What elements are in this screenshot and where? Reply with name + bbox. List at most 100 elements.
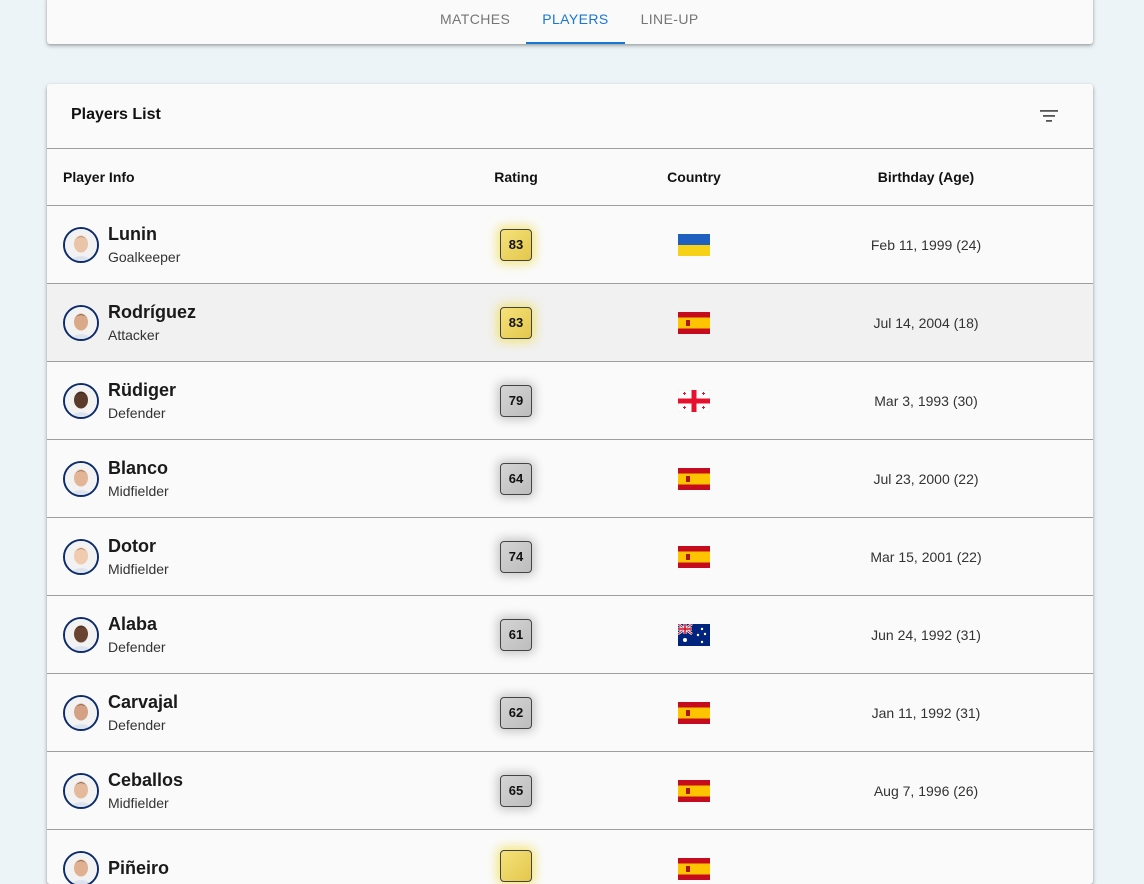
player-info: RüdigerDefender bbox=[47, 379, 403, 423]
country-cell bbox=[629, 596, 759, 674]
player-name[interactable]: Rüdiger bbox=[108, 379, 176, 401]
player-info: CarvajalDefender bbox=[47, 691, 403, 735]
player-name[interactable]: Ceballos bbox=[108, 769, 183, 791]
player-position: Defender bbox=[108, 715, 178, 735]
player-position: Midfielder bbox=[108, 481, 169, 501]
filter-button[interactable] bbox=[1033, 100, 1065, 132]
player-info-cell: BlancoMidfielder bbox=[47, 440, 403, 518]
player-name[interactable]: Alaba bbox=[108, 613, 166, 635]
player-position: Defender bbox=[108, 403, 176, 423]
spain-flag bbox=[678, 314, 710, 331]
rating-cell: 83 bbox=[403, 206, 629, 284]
birthday-cell: Jun 24, 1992 (31) bbox=[759, 596, 1093, 674]
country-cell bbox=[629, 440, 759, 518]
table-row[interactable]: BlancoMidfielder 64 Jul 23, 2000 (22) bbox=[47, 440, 1093, 518]
rating-badge: 79 bbox=[500, 385, 532, 417]
rating-badge: 83 bbox=[500, 229, 532, 261]
player-avatar bbox=[63, 461, 99, 497]
player-name[interactable]: Lunin bbox=[108, 223, 180, 245]
column-player-info[interactable]: Player Info bbox=[47, 149, 403, 206]
tabs-bar: MATCHES PLAYERS LINE-UP bbox=[47, 0, 1093, 44]
filter-icon bbox=[1033, 100, 1065, 132]
table-row[interactable]: RodríguezAttacker83Jul 14, 2004 (18) bbox=[47, 284, 1093, 362]
rating-badge: 65 bbox=[500, 775, 532, 807]
player-name[interactable]: Dotor bbox=[108, 535, 169, 557]
country-cell bbox=[629, 206, 759, 284]
player-info: RodríguezAttacker bbox=[47, 301, 403, 345]
country-cell bbox=[629, 830, 759, 884]
birthday-cell: Jan 11, 1992 (31) bbox=[759, 674, 1093, 752]
country-cell bbox=[629, 752, 759, 830]
spain-flag bbox=[678, 782, 710, 799]
player-position: Midfielder bbox=[108, 793, 183, 813]
rating-badge bbox=[500, 850, 532, 882]
country-cell bbox=[629, 518, 759, 596]
spain-flag bbox=[678, 548, 710, 565]
table-row[interactable]: DotorMidfielder 74 Mar 15, 2001 (22) bbox=[47, 518, 1093, 596]
player-position: Midfielder bbox=[108, 559, 169, 579]
player-info: CeballosMidfielder bbox=[47, 769, 403, 813]
players-list-card: Players List Player Info Rating Country … bbox=[47, 84, 1093, 884]
rating-badge: 61 bbox=[500, 619, 532, 651]
birthday-cell: Jul 23, 2000 (22) bbox=[759, 440, 1093, 518]
spain-flag bbox=[678, 860, 710, 877]
player-info-cell: AlabaDefender bbox=[47, 596, 403, 674]
player-name[interactable]: Rodríguez bbox=[108, 301, 196, 323]
rating-badge: 62 bbox=[500, 697, 532, 729]
rating-cell: 64 bbox=[403, 440, 629, 518]
rating-badge: 74 bbox=[500, 541, 532, 573]
table-row[interactable]: RüdigerDefender 79 Mar 3, 1993 (30) bbox=[47, 362, 1093, 440]
column-country[interactable]: Country bbox=[629, 149, 759, 206]
country-cell bbox=[629, 284, 759, 362]
table-row[interactable]: CarvajalDefender 62 Jan 11, 1992 (31) bbox=[47, 674, 1093, 752]
player-info: Piñeiro bbox=[47, 851, 403, 884]
player-avatar bbox=[63, 305, 99, 341]
list-title: Players List bbox=[71, 106, 161, 124]
rating-cell: 83 bbox=[403, 284, 629, 362]
player-position: Attacker bbox=[108, 325, 196, 345]
player-info: LuninGoalkeeper bbox=[47, 223, 403, 267]
rating-cell: 74 bbox=[403, 518, 629, 596]
rating-badge: 64 bbox=[500, 463, 532, 495]
birthday-cell: Feb 11, 1999 (24) bbox=[759, 206, 1093, 284]
column-birthday[interactable]: Birthday (Age) bbox=[759, 149, 1093, 206]
tab-players[interactable]: PLAYERS bbox=[526, 0, 624, 44]
player-info-cell: Piñeiro bbox=[47, 830, 403, 884]
table-row[interactable]: LuninGoalkeeper 83 Feb 11, 1999 (24) bbox=[47, 206, 1093, 284]
tab-matches[interactable]: MATCHES bbox=[424, 0, 526, 44]
rating-cell bbox=[403, 830, 629, 884]
player-name[interactable]: Carvajal bbox=[108, 691, 178, 713]
birthday-cell: Mar 3, 1993 (30) bbox=[759, 362, 1093, 440]
rating-cell: 65 bbox=[403, 752, 629, 830]
table-row[interactable]: AlabaDefender 61 Jun 24, 1992 (31) bbox=[47, 596, 1093, 674]
ukraine-flag bbox=[678, 236, 710, 253]
player-info: DotorMidfielder bbox=[47, 535, 403, 579]
player-avatar bbox=[63, 773, 99, 809]
player-avatar bbox=[63, 383, 99, 419]
player-info-cell: DotorMidfielder bbox=[47, 518, 403, 596]
tab-line-up[interactable]: LINE-UP bbox=[625, 0, 715, 44]
player-info-cell: CarvajalDefender bbox=[47, 674, 403, 752]
player-avatar bbox=[63, 539, 99, 575]
column-rating[interactable]: Rating bbox=[403, 149, 629, 206]
list-header: Players List bbox=[47, 84, 1093, 149]
table-row[interactable]: CeballosMidfielder 65 Aug 7, 1996 (26) bbox=[47, 752, 1093, 830]
birthday-cell: Aug 7, 1996 (26) bbox=[759, 752, 1093, 830]
rating-cell: 61 bbox=[403, 596, 629, 674]
country-cell bbox=[629, 362, 759, 440]
player-avatar bbox=[63, 695, 99, 731]
country-cell bbox=[629, 674, 759, 752]
player-avatar bbox=[63, 617, 99, 653]
spain-flag bbox=[678, 704, 710, 721]
player-position: Goalkeeper bbox=[108, 247, 180, 267]
rating-cell: 62 bbox=[403, 674, 629, 752]
player-name[interactable]: Piñeiro bbox=[108, 857, 169, 879]
birthday-cell bbox=[759, 830, 1093, 884]
table-row[interactable]: Piñeiro bbox=[47, 830, 1093, 884]
player-avatar bbox=[63, 851, 99, 884]
birthday-cell: Mar 15, 2001 (22) bbox=[759, 518, 1093, 596]
tabs: MATCHES PLAYERS LINE-UP bbox=[424, 0, 715, 44]
player-info-cell: RüdigerDefender bbox=[47, 362, 403, 440]
player-name[interactable]: Blanco bbox=[108, 457, 169, 479]
rating-badge: 83 bbox=[500, 307, 532, 339]
